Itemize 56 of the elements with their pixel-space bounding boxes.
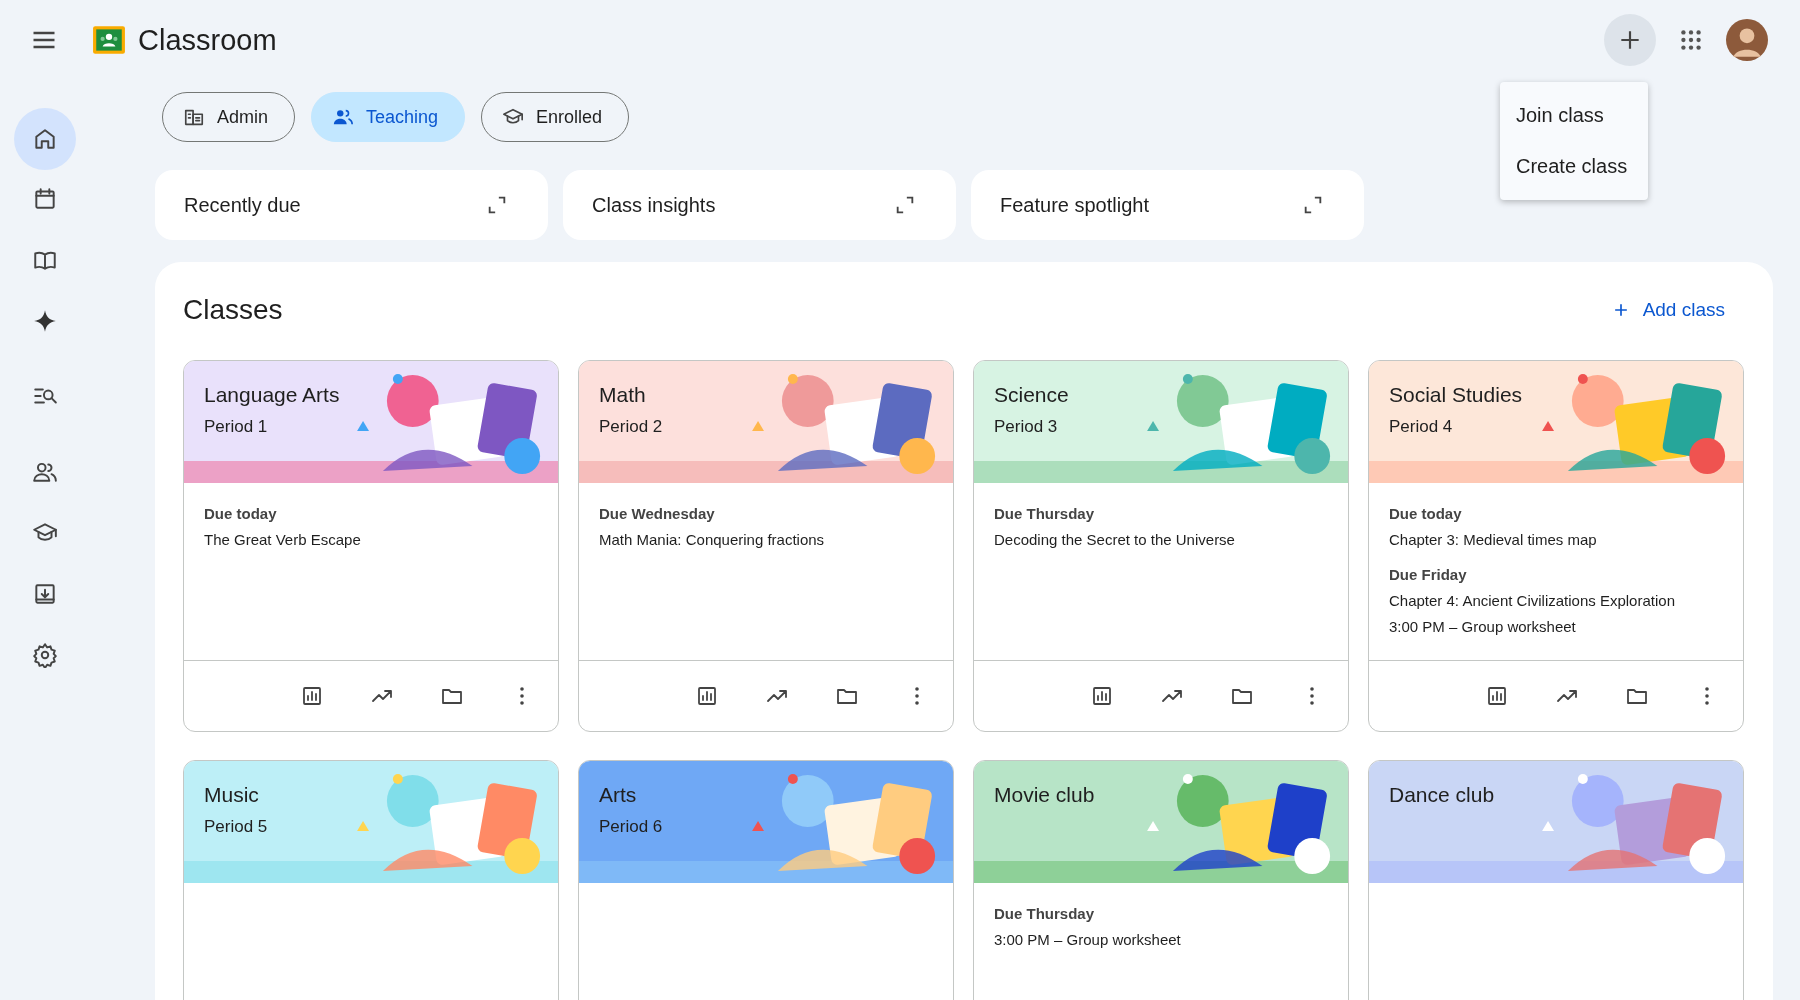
- class-name[interactable]: Language Arts: [204, 383, 340, 407]
- summary-card[interactable]: Recently due: [155, 170, 548, 240]
- assignment-link[interactable]: The Great Verb Escape: [204, 531, 361, 548]
- assignment-link[interactable]: Decoding the Secret to the Universe: [994, 531, 1235, 548]
- class-period: Period 4: [1389, 417, 1453, 437]
- class-name[interactable]: Movie club: [994, 783, 1095, 807]
- class-name[interactable]: Dance club: [1389, 783, 1495, 807]
- filter-chip[interactable]: Enrolled: [481, 92, 630, 142]
- apps-icon[interactable]: [1678, 27, 1704, 53]
- class-name[interactable]: Music: [204, 783, 259, 807]
- card-title: Feature spotlight: [1000, 193, 1149, 217]
- expand-icon[interactable]: [894, 194, 916, 216]
- due-label: Due Wednesday: [599, 505, 715, 522]
- class-name[interactable]: Math: [599, 383, 646, 407]
- class-period: Period 1: [204, 417, 268, 437]
- logo-icon: [92, 23, 126, 57]
- menu-item[interactable]: Join class: [1500, 90, 1648, 141]
- class-name[interactable]: Arts: [599, 783, 637, 807]
- class-period: Period 5: [204, 817, 268, 837]
- calendar-icon: [32, 186, 58, 212]
- due-label: Due today: [204, 505, 277, 522]
- assignment-link[interactable]: 3:00 PM – Group worksheet: [994, 931, 1181, 948]
- class-period: Period 6: [599, 817, 663, 837]
- due-label: Due Thursday: [994, 505, 1095, 522]
- avatar[interactable]: [1726, 19, 1768, 61]
- add-class-link[interactable]: Add class: [1610, 299, 1725, 321]
- section-title: Classes: [183, 294, 283, 326]
- gradebook-icon[interactable]: [1485, 684, 1509, 708]
- assignment-link[interactable]: Chapter 3: Medieval times map: [1389, 531, 1597, 548]
- class-name[interactable]: Social Studies: [1389, 383, 1523, 407]
- due-label: Due Friday: [1389, 566, 1467, 583]
- app-title: Classroom: [138, 23, 277, 57]
- filter-chip[interactable]: Teaching: [311, 92, 466, 142]
- gradebook-icon[interactable]: [1090, 684, 1114, 708]
- assignment-link[interactable]: 3:00 PM – Group worksheet: [1389, 618, 1576, 635]
- add-button[interactable]: [1604, 14, 1656, 66]
- home-icon: [32, 126, 58, 152]
- gradebook-icon[interactable]: [300, 684, 324, 708]
- settings-icon: [32, 642, 58, 668]
- summary-card[interactable]: Class insights: [563, 170, 956, 240]
- assignment-link[interactable]: Chapter 4: Ancient Civilizations Exploration: [1389, 592, 1675, 609]
- archive-icon: [32, 581, 58, 607]
- menu-item[interactable]: Create class: [1500, 141, 1648, 192]
- class-period: Period 2: [599, 417, 663, 437]
- assignment-link[interactable]: Math Mania: Conquering fractions: [599, 531, 825, 548]
- filter-chip[interactable]: Admin: [162, 92, 296, 142]
- expand-icon[interactable]: [1302, 194, 1324, 216]
- card-title: Recently due: [184, 193, 301, 217]
- due-label: Due today: [1389, 505, 1462, 522]
- class-period: Period 3: [994, 417, 1058, 437]
- due-label: Due Thursday: [994, 905, 1095, 922]
- card-title: Class insights: [592, 193, 716, 217]
- class-name[interactable]: Science: [994, 383, 1069, 407]
- gradebook-icon[interactable]: [695, 684, 719, 708]
- summary-card[interactable]: Feature spotlight: [971, 170, 1364, 240]
- expand-icon[interactable]: [486, 194, 508, 216]
